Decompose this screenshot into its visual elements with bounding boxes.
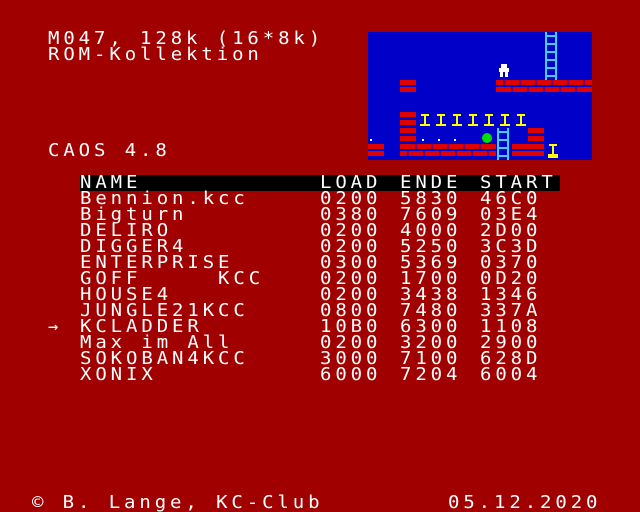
- load-address: 6000: [320, 364, 382, 385]
- caos-version-label: CAOS 4.8: [48, 140, 171, 161]
- game-preview: [368, 32, 592, 160]
- game-preview-art: [368, 32, 592, 160]
- brick-column-left: [400, 112, 416, 141]
- footer-date: 05.12.2020: [448, 492, 602, 512]
- table-row[interactable]: XONIX 6000 7204 6004: [80, 364, 560, 385]
- file-name: XONIX: [80, 364, 157, 385]
- ladder-top: [545, 32, 557, 80]
- header-subtitle: ROM-Kollektion: [48, 44, 263, 65]
- footer-copyright: © B. Lange, KC-Club: [32, 492, 324, 512]
- end-address: 7204: [400, 364, 462, 385]
- start-address: 6004: [480, 364, 542, 385]
- ladder-lower: [497, 128, 509, 160]
- file-table: NAME LOAD ENDE START Bennion.kcc 0200 5830…: [48, 174, 560, 385]
- green-ball: [482, 133, 492, 143]
- player-sprite: [499, 64, 509, 77]
- brick-platform-upper: [400, 80, 592, 92]
- selection-cursor-icon: →: [48, 317, 59, 337]
